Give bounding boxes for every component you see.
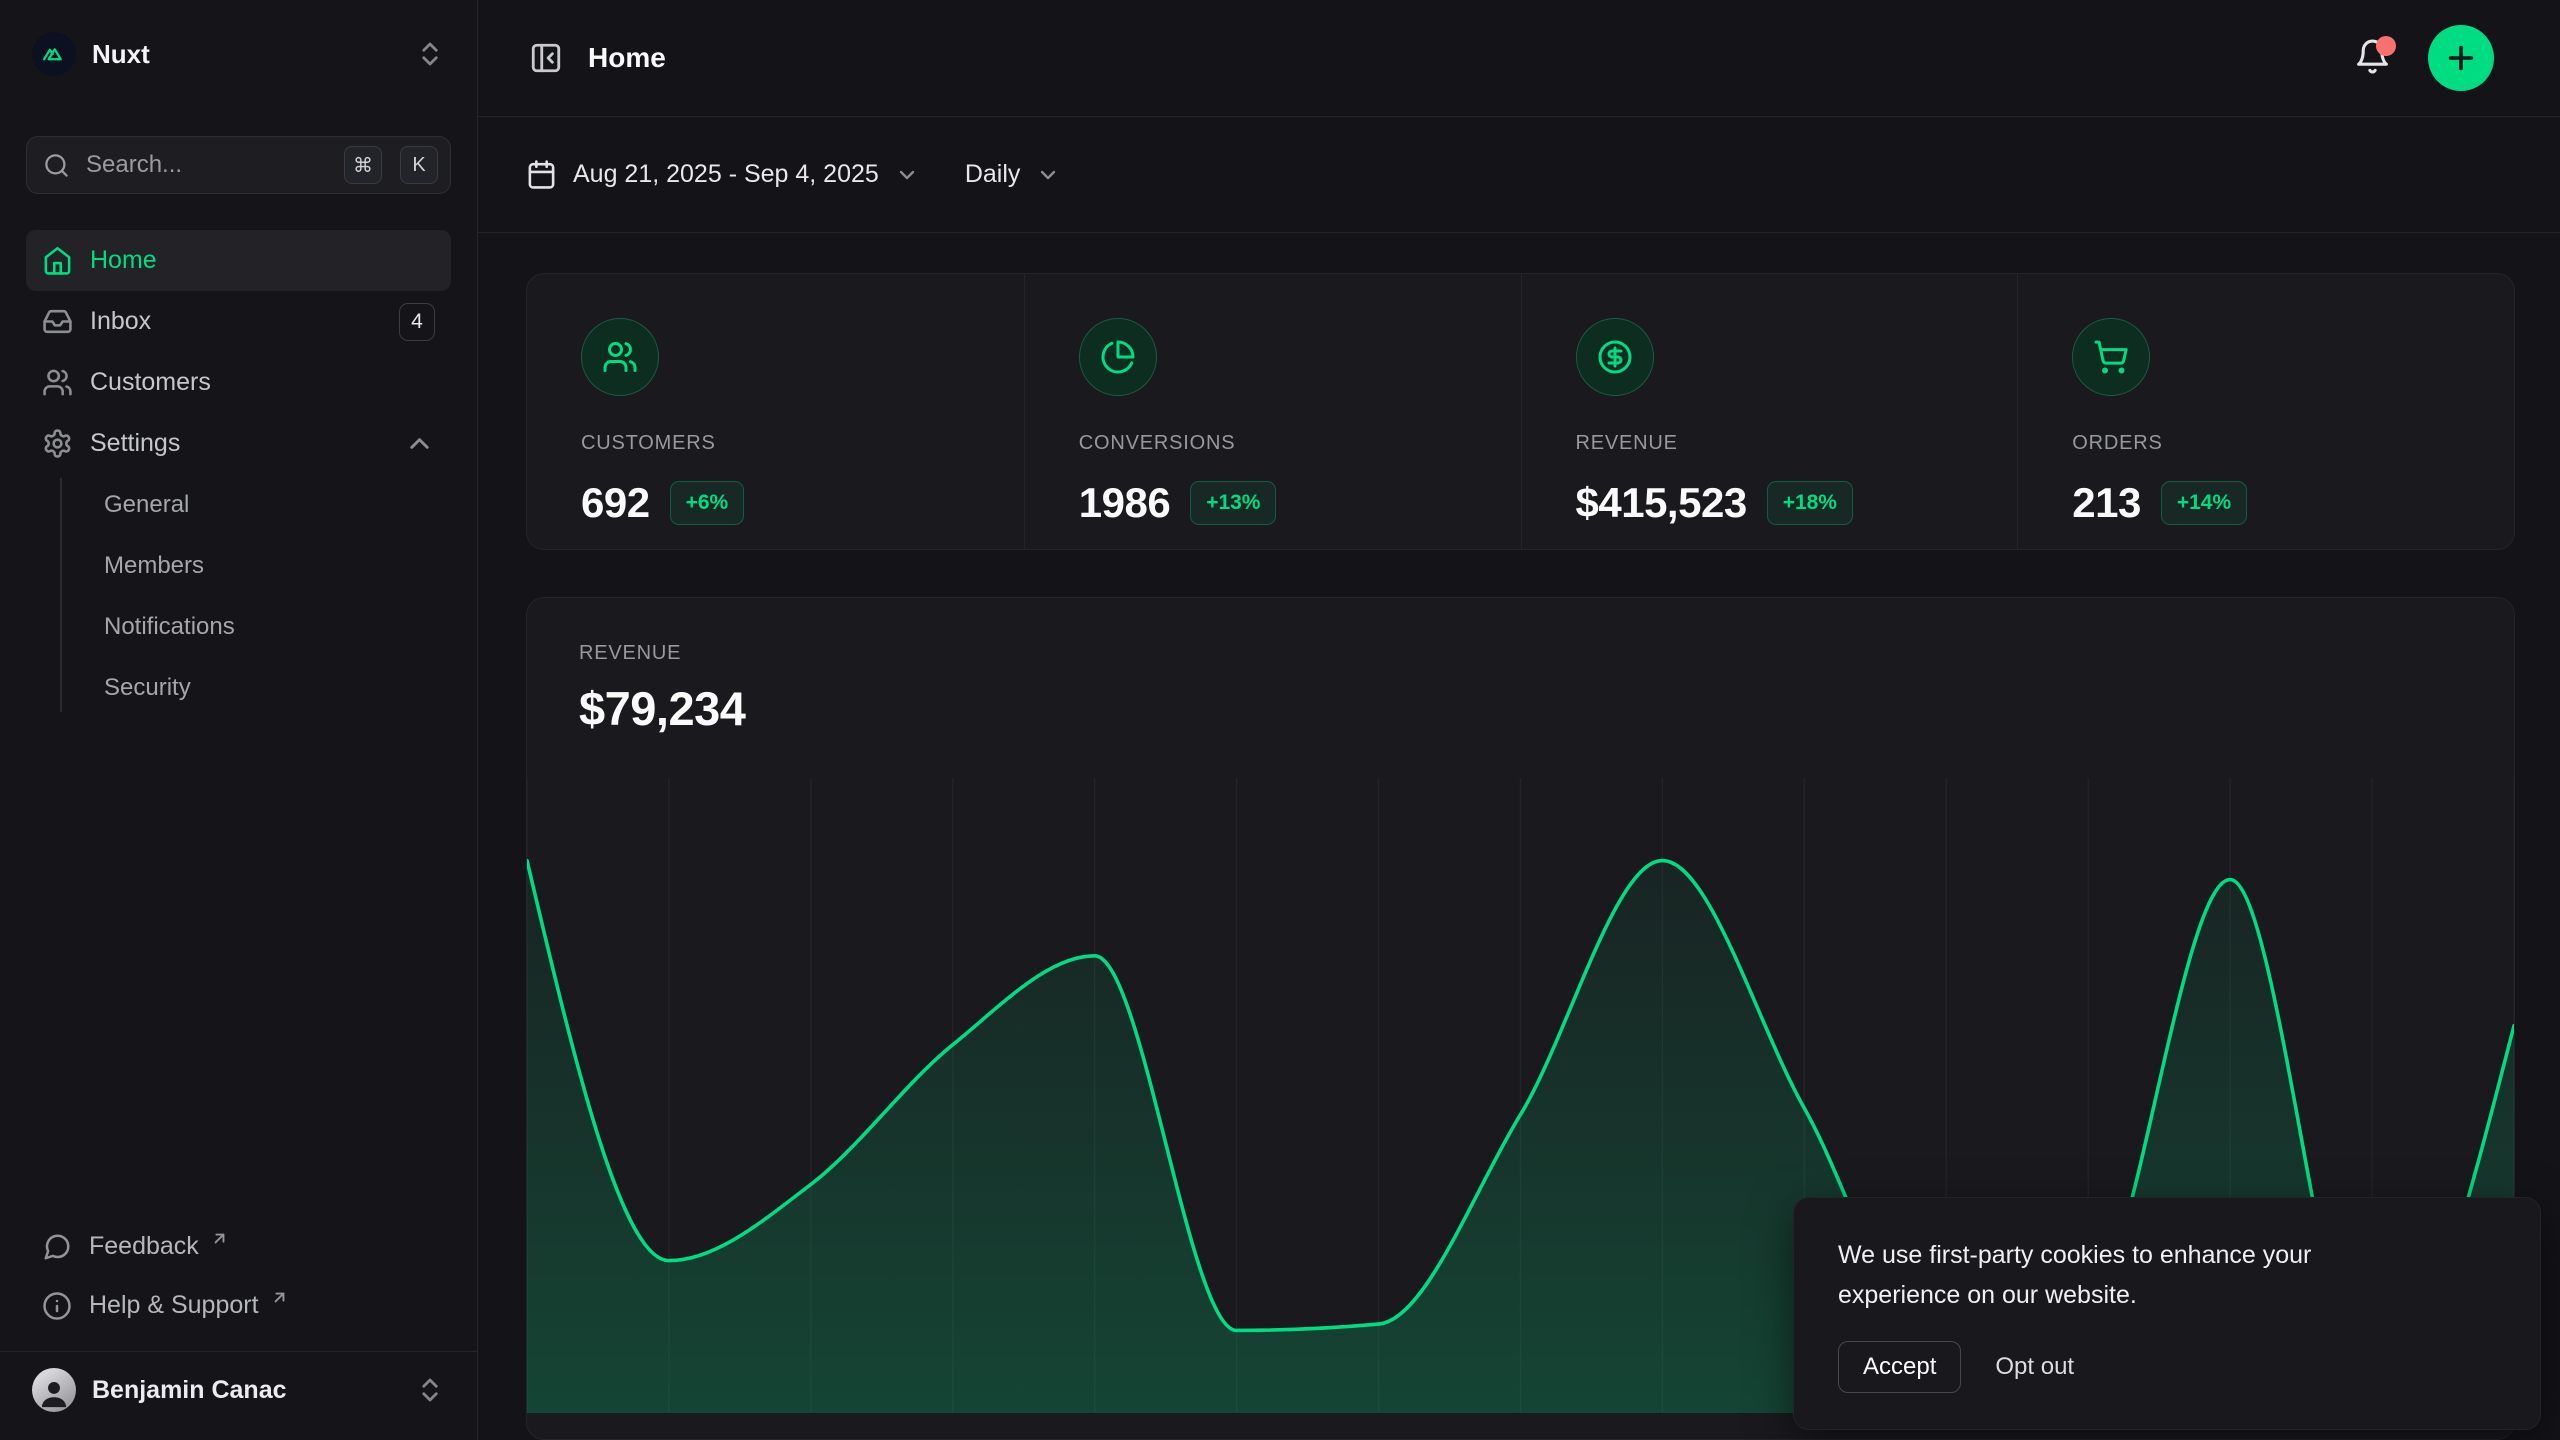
sidebar-item-label: Settings (90, 429, 180, 458)
nuxt-logo-icon (32, 32, 76, 76)
opt-out-button[interactable]: Opt out (1995, 1353, 2074, 1381)
stat-delta-badge: +13% (1190, 481, 1276, 525)
chevron-down-icon (1036, 163, 1060, 187)
search-input[interactable]: Search... ⌘ K (26, 136, 451, 194)
plus-icon (2443, 40, 2479, 76)
stat-card-customers[interactable]: CUSTOMERS 692 +6% (527, 274, 1024, 549)
app-window: Nuxt Search... ⌘ K Home Inbox 4 Customer… (0, 0, 2560, 1440)
chevron-down-icon (895, 163, 919, 187)
users-icon (581, 318, 659, 396)
sidebar: Nuxt Search... ⌘ K Home Inbox 4 Customer… (0, 0, 478, 1440)
date-range-label: Aug 21, 2025 - Sep 4, 2025 (573, 160, 879, 189)
external-link-icon (210, 1229, 229, 1248)
help-support-label: Help & Support (89, 1291, 259, 1320)
user-menu[interactable]: Benjamin Canac (26, 1352, 451, 1420)
stat-label: ORDERS (2072, 432, 2484, 455)
external-link-icon (270, 1288, 289, 1307)
sidebar-item-label: Inbox (90, 307, 151, 336)
pie-chart-icon (1079, 318, 1157, 396)
stats-card-group: CUSTOMERS 692 +6% CONVERSIONS 1986 +13% (526, 273, 2515, 550)
sidebar-item-customers[interactable]: Customers (26, 352, 451, 413)
sidebar-item-notifications[interactable]: Notifications (104, 596, 451, 657)
stat-value: 213 (2072, 479, 2141, 527)
cookie-consent-toast: We use first-party cookies to enhance yo… (1793, 1197, 2541, 1430)
calendar-icon (526, 159, 557, 190)
stat-delta-badge: +14% (2161, 481, 2247, 525)
chevrons-up-down-icon (415, 39, 445, 69)
gear-icon (42, 428, 73, 459)
sub-item-label: Members (104, 552, 204, 580)
sidebar-item-label: Home (90, 246, 157, 275)
stat-card-conversions[interactable]: CONVERSIONS 1986 +13% (1024, 274, 1521, 549)
stat-label: CUSTOMERS (581, 432, 994, 455)
sub-item-label: General (104, 491, 189, 519)
home-icon (42, 245, 73, 276)
accept-button[interactable]: Accept (1838, 1341, 1961, 1393)
sidebar-item-label: Customers (90, 368, 211, 397)
stat-card-revenue[interactable]: REVENUE $415,523 +18% (1521, 274, 2018, 549)
revenue-total-value: $79,234 (579, 681, 2514, 736)
topbar: Home (478, 0, 2560, 117)
kbd-cmd: ⌘ (344, 146, 382, 184)
kbd-k: K (400, 146, 438, 184)
sidebar-item-inbox[interactable]: Inbox 4 (26, 291, 451, 352)
stat-value: 1986 (1079, 479, 1170, 527)
collapse-sidebar-button[interactable] (526, 38, 566, 78)
avatar (32, 1368, 76, 1412)
add-new-button[interactable] (2428, 25, 2494, 91)
shopping-cart-icon (2072, 318, 2150, 396)
circle-dollar-icon (1576, 318, 1654, 396)
stat-value: 692 (581, 479, 650, 527)
panel-left-close-icon (529, 41, 563, 75)
chevron-up-icon (404, 428, 435, 459)
date-range-picker[interactable]: Aug 21, 2025 - Sep 4, 2025 (526, 159, 919, 190)
sub-item-label: Notifications (104, 613, 235, 641)
workspace-switcher[interactable]: Nuxt (26, 22, 451, 86)
info-circle-icon (42, 1291, 72, 1321)
notifications-button[interactable] (2354, 38, 2394, 78)
sidebar-item-home[interactable]: Home (26, 230, 451, 291)
help-support-link[interactable]: Help & Support (26, 1276, 451, 1335)
stat-label: REVENUE (1576, 432, 1988, 455)
users-icon (42, 367, 73, 398)
settings-subnav: General Members Notifications Security (26, 474, 451, 718)
revenue-label: REVENUE (579, 642, 2514, 665)
search-icon (43, 152, 70, 179)
stat-card-orders[interactable]: ORDERS 213 +14% (2017, 274, 2514, 549)
sidebar-item-settings[interactable]: Settings (26, 413, 451, 474)
sidebar-nav: Home Inbox 4 Customers Settings General … (26, 230, 451, 718)
search-placeholder: Search... (86, 151, 326, 179)
workspace-name: Nuxt (92, 39, 399, 70)
sidebar-item-general[interactable]: General (104, 474, 451, 535)
inbox-unread-badge: 4 (399, 303, 435, 341)
stat-value: $415,523 (1576, 479, 1747, 527)
period-label: Daily (965, 160, 1021, 189)
sidebar-item-security[interactable]: Security (104, 657, 451, 718)
unread-dot (2376, 36, 2396, 56)
period-select[interactable]: Daily (965, 160, 1061, 189)
chat-bubble-icon (42, 1232, 72, 1262)
stat-label: CONVERSIONS (1079, 432, 1491, 455)
cookie-message: We use first-party cookies to enhance yo… (1838, 1236, 2418, 1315)
chevrons-up-down-icon (415, 1375, 445, 1405)
sub-item-label: Security (104, 674, 191, 702)
page-title: Home (588, 42, 2354, 74)
feedback-link[interactable]: Feedback (26, 1217, 451, 1276)
stat-delta-badge: +6% (670, 481, 745, 525)
sidebar-item-members[interactable]: Members (104, 535, 451, 596)
stat-delta-badge: +18% (1767, 481, 1853, 525)
filters-toolbar: Aug 21, 2025 - Sep 4, 2025 Daily (478, 117, 2560, 233)
feedback-label: Feedback (89, 1232, 199, 1261)
user-name: Benjamin Canac (92, 1376, 399, 1405)
inbox-icon (42, 306, 73, 337)
